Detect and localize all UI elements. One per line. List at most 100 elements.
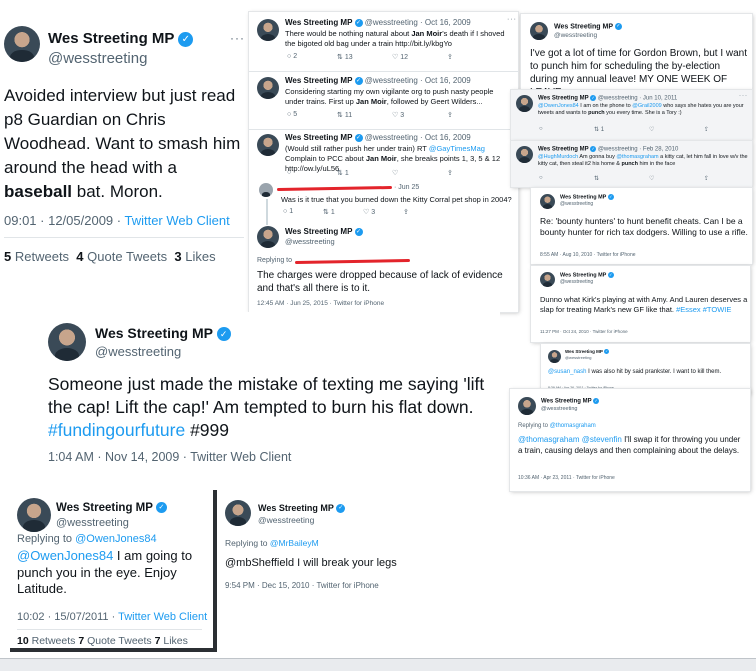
reply-icon[interactable]: ○ 1 [283,208,323,216]
divider [4,237,244,238]
display-name[interactable]: Wes Streeting MP ✓ [258,503,346,514]
verified-badge-icon: ✓ [336,504,346,514]
display-name[interactable]: Wes Streeting MP ✓ @wesstreeting · Feb 2… [538,146,678,153]
replying-to: Replying to @OwenJones84 [17,533,157,545]
divider [249,71,518,72]
display-name[interactable]: Wes Streeting MP ✓ [541,398,600,405]
share-icon[interactable]: ⇪ [447,169,453,177]
retweet-icon[interactable]: ⇅ [594,175,649,182]
avatar[interactable] [530,22,548,40]
avatar[interactable] [548,350,561,363]
tweet-text: @susan_nash I was also hit by said prank… [548,369,722,375]
avatar[interactable] [540,194,555,209]
display-name[interactable]: Wes Streeting MP ✓ [565,349,610,355]
share-icon[interactable]: ⇪ [447,111,453,119]
tweet-text: There would be nothing natural about Jan… [285,29,505,48]
client-link[interactable]: Twitter Web Client [124,213,229,228]
tweet-card-owen-punch: Wes Streeting MP ✓ @wesstreeting · Jun 1… [511,90,752,140]
retweet-icon[interactable]: ⇅ 1 [594,126,649,133]
share-icon[interactable]: ⇪ [704,126,709,133]
display-name[interactable]: Wes Streeting MP ✓ @wesstreeting · Jun 1… [538,95,677,102]
tweet-card-kitty-cat: Wes Streeting MP ✓ @wesstreeting · Feb 2… [511,141,752,187]
avatar[interactable] [518,397,536,415]
avatar[interactable] [48,323,86,361]
avatar[interactable] [17,498,51,532]
tweet-text: Was is it true that you burned down the … [281,195,512,204]
reply-icon[interactable]: ○ [539,126,594,133]
display-name[interactable]: Wes Streeting MP ✓ [95,325,231,342]
handle[interactable]: @wesstreeting [258,515,314,525]
tweet-actions: ○ ⇅ ♡ ⇪ [539,175,709,182]
reply-icon[interactable]: ○ 5 [287,111,337,119]
avatar[interactable] [516,146,533,163]
display-name[interactable]: Wes Streeting MP ✓ [554,23,622,30]
tweet-timestamp: 10:36 AM · Apr 23, 2011 · Twitter for iP… [518,475,615,481]
tweet-text: Dunno what Kirk's playing at with Amy. A… [540,295,748,314]
verified-badge-icon: ✓ [216,327,231,342]
share-icon[interactable]: ⇪ [704,175,709,182]
avatar[interactable] [540,272,555,287]
tweet-date: · Jun 25 [394,184,420,191]
reply-icon[interactable]: ○ 2 [287,53,337,61]
tweet-text: I've got a lot of time for Gordon Brown,… [530,48,748,90]
display-name[interactable]: Wes Streeting MP ✓ [56,502,167,514]
display-name[interactable]: Wes Streeting MP ✓ [560,272,614,278]
handle[interactable]: @wesstreeting [560,279,593,285]
avatar[interactable] [257,134,279,156]
tweet-actions: ○ 1 ⇅ 1 ♡ 3 ⇪ [283,208,409,216]
tweet-card-break-legs: Wes Streeting MP ✓ @wesstreeting Replyin… [220,495,440,600]
verified-badge-icon: ✓ [607,272,614,278]
tweet-timestamp: 9:54 PM · Dec 15, 2010 · Twitter for iPh… [225,581,379,590]
like-icon[interactable]: ♡ [649,175,704,182]
tweet-text: @OwenJones84 I am on the phone to @Grail… [538,103,744,116]
avatar[interactable] [257,19,279,41]
share-icon[interactable]: ⇪ [403,208,409,216]
display-name[interactable]: Wes Streeting MP ✓ @wesstreeting · Oct 1… [285,76,471,85]
avatar[interactable] [257,226,279,248]
share-icon[interactable]: ⇪ [447,53,453,61]
avatar[interactable] [516,95,533,112]
reply-icon[interactable]: ○ [287,169,337,177]
reply-icon[interactable]: ○ [539,175,594,182]
replying-to: Replying to @thomasgraham [518,423,596,429]
display-name[interactable]: Wes Streeting MP ✓ @wesstreeting · Oct 1… [285,133,471,142]
retweet-icon[interactable]: ⇅ 13 [337,53,392,61]
retweet-icon[interactable]: ⇅ 1 [323,208,363,216]
like-icon[interactable]: ♡ [649,126,704,133]
tweet-text: @HughMurdoch Am gonna buy @thomasgraham … [538,154,748,167]
bottom-border [0,658,756,671]
handle[interactable]: @wesstreeting [95,344,181,359]
handle[interactable]: @wesstreeting [565,355,592,360]
handle[interactable]: @wesstreeting [285,237,335,246]
tweet-text: @thomasgraham @stevenfin I'll swap it fo… [518,435,741,455]
like-icon[interactable]: ♡ 12 [392,53,447,61]
more-options-icon[interactable]: ··· [230,31,245,45]
verified-badge-icon: ✓ [614,23,622,30]
like-icon[interactable]: ♡ 3 [392,111,447,119]
tweet-card-bounty-hunters: Wes Streeting MP ✓ @wesstreeting Re: 'bo… [531,188,752,264]
handle[interactable]: @wesstreeting [554,32,597,39]
more-options-icon[interactable]: ··· [507,16,517,23]
tweet-timestamp: 12:45 AM · Jun 25, 2015 · Twitter for iP… [257,300,385,307]
tweet-text: Avoided interview but just read p8 Guard… [4,86,241,201]
tweet-text: The charges were dropped because of lack… [257,270,503,294]
like-icon[interactable]: ♡ 3 [363,208,403,216]
handle[interactable]: @wesstreeting [48,50,147,67]
handle[interactable]: @wesstreeting [56,517,129,529]
like-icon[interactable]: ♡ [392,169,447,177]
more-options-icon[interactable]: ··· [739,93,748,99]
display-name[interactable]: Wes Streeting MP ✓ [48,30,194,47]
avatar[interactable] [4,26,40,62]
verified-badge-icon: ✓ [590,146,597,152]
retweet-icon[interactable]: ⇅ 1 [337,169,392,177]
display-name[interactable]: Wes Streeting MP ✓ [560,194,614,200]
handle[interactable]: @wesstreeting [560,201,593,207]
display-name[interactable]: Wes Streeting MP ✓ [285,227,363,236]
avatar[interactable] [257,77,279,99]
client-link[interactable]: Twitter Web Client [118,611,207,623]
display-name[interactable]: Wes Streeting MP ✓ @wesstreeting · Oct 1… [285,18,471,27]
handle[interactable]: @wesstreeting [541,406,577,412]
avatar[interactable] [225,500,251,526]
retweet-icon[interactable]: ⇅ 11 [337,111,392,119]
tweet-timestamp: 09:01 · 12/05/2009 · Twitter Web Client [4,213,230,228]
